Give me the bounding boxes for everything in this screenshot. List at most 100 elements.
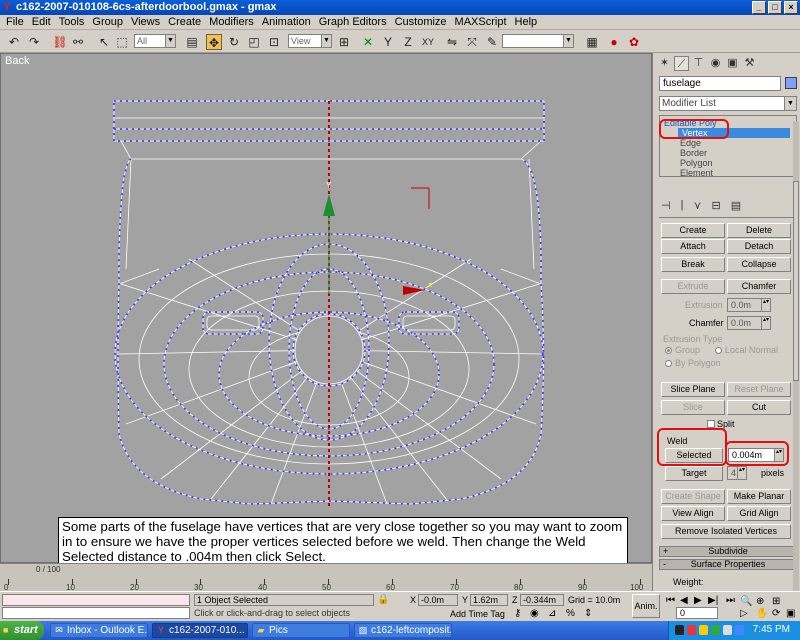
stack-item-edge[interactable]: Edge	[680, 138, 701, 148]
y-coordinate[interactable]: 1.62m	[470, 594, 508, 606]
tray-app-icon[interactable]	[675, 625, 684, 635]
quick-render-icon[interactable]: ✿	[626, 34, 642, 50]
chamfer-spinner[interactable]: 0.0m ▴▾	[727, 316, 771, 330]
tray-security-icon[interactable]	[699, 625, 708, 635]
restrict-xy-icon[interactable]: XY	[420, 34, 436, 50]
local-normal-radio[interactable]	[715, 347, 722, 354]
menu-create[interactable]: Create	[164, 15, 205, 29]
make-unique-icon[interactable]: ⋎	[693, 199, 701, 212]
stack-item-polygon[interactable]: Polygon	[680, 158, 713, 168]
tray-antivirus-icon[interactable]	[687, 625, 696, 635]
task-pics[interactable]: ▰ Pics	[252, 623, 350, 638]
grid-align-button[interactable]: Grid Align	[727, 506, 791, 521]
maxscript-input-mini[interactable]	[2, 607, 190, 619]
target-button[interactable]: Target	[665, 466, 723, 481]
zoom-all-icon[interactable]: ⊕	[756, 596, 764, 607]
goto-start-icon[interactable]: ⏮	[666, 595, 675, 606]
view-align-button[interactable]: View Align	[661, 506, 725, 521]
animate-button[interactable]: Anim.	[632, 594, 660, 618]
target-pixels-spinner[interactable]: 4 ▴▾	[727, 466, 747, 480]
stack-item-element[interactable]: Element	[680, 168, 713, 176]
create-shape-button[interactable]: Create Shape	[661, 489, 725, 504]
menu-file[interactable]: File	[2, 15, 28, 29]
menu-tools[interactable]: Tools	[55, 15, 89, 29]
subdivide-rollout[interactable]: + Subdivide	[659, 546, 797, 557]
group-radio[interactable]	[665, 347, 672, 354]
material-editor-icon[interactable]: ▦	[584, 34, 600, 50]
slice-button[interactable]: Slice	[661, 400, 725, 415]
zoom-icon[interactable]: 🔍	[740, 596, 752, 607]
by-polygon-radio[interactable]	[665, 360, 672, 367]
hierarchy-tab-icon[interactable]: ⊤	[691, 56, 706, 71]
add-time-tag[interactable]: Add Time Tag	[450, 609, 505, 619]
display-tab-icon[interactable]: ▣	[725, 56, 740, 71]
undo-icon[interactable]: ↶	[6, 34, 22, 50]
x-coordinate[interactable]: -0.0m	[418, 594, 458, 606]
region-select-icon[interactable]: ⬚	[114, 34, 130, 50]
render-teapot-icon[interactable]: ●	[606, 34, 622, 50]
spinner-snap-icon[interactable]: ⇕	[584, 608, 592, 619]
tray-bluetooth-icon[interactable]	[735, 625, 744, 635]
maxscript-listener-mini[interactable]	[2, 594, 190, 606]
scale-icon[interactable]: ◰	[246, 34, 262, 50]
modifier-list-dropdown[interactable]: Modifier List ▼	[659, 96, 797, 111]
select-by-name-icon[interactable]: ▤	[184, 34, 200, 50]
viewport-back[interactable]: x Y Back	[0, 53, 652, 563]
split-checkbox[interactable]	[707, 420, 715, 428]
delete-button[interactable]: Delete	[727, 223, 791, 238]
rotate-icon[interactable]: ↻	[226, 34, 242, 50]
cut-button[interactable]: Cut	[727, 400, 791, 415]
z-coordinate[interactable]: -0.344m	[520, 594, 564, 606]
collapse-button[interactable]: Collapse	[727, 257, 791, 272]
menu-views[interactable]: Views	[127, 15, 164, 29]
object-name-field[interactable]: fuselage	[659, 76, 781, 91]
selection-filter-dropdown[interactable]: All ▼	[134, 34, 176, 48]
time-slider-track[interactable]: 0 / 100 0 10 20 30 40 50 60 70 80 90 100	[0, 563, 652, 592]
reset-plane-button[interactable]: Reset Plane	[727, 382, 791, 397]
show-end-result-icon[interactable]: |	[681, 199, 684, 212]
play-icon[interactable]: ▶	[694, 595, 702, 606]
motion-tab-icon[interactable]: ◉	[708, 56, 723, 71]
chamfer-button[interactable]: Chamfer	[727, 279, 791, 294]
current-frame-field[interactable]: 0	[676, 607, 718, 619]
configure-sets-icon[interactable]: ▤	[731, 199, 741, 212]
clock[interactable]: 7:45 PM	[753, 624, 790, 635]
prev-frame-icon[interactable]: ◀	[680, 595, 688, 606]
surface-properties-rollout[interactable]: - Surface Properties	[659, 559, 797, 570]
extrude-button[interactable]: Extrude	[661, 279, 725, 294]
menu-customize[interactable]: Customize	[391, 15, 451, 29]
fov-icon[interactable]: ▷	[740, 608, 748, 619]
command-panel-scrollbar[interactable]	[793, 121, 799, 601]
create-tab-icon[interactable]: ✶	[657, 56, 672, 71]
snap-icon[interactable]: ✎	[484, 34, 500, 50]
named-selection-dropdown[interactable]: ▼	[502, 34, 574, 48]
pivot-icon[interactable]: ⊡	[266, 34, 282, 50]
pin-stack-icon[interactable]: ⊣	[661, 199, 671, 212]
maximize-viewport-icon[interactable]: ▣	[786, 608, 795, 619]
menu-maxscript[interactable]: MAXScript	[451, 15, 511, 29]
task-image-editor[interactable]: ▨ c162-leftcomposit...	[354, 623, 452, 638]
snaps-icon[interactable]: ◉	[530, 608, 539, 619]
align-icon[interactable]: ⤧	[464, 34, 480, 50]
maximize-button[interactable]: □	[768, 1, 782, 14]
attach-button[interactable]: Attach	[661, 239, 725, 254]
detach-button[interactable]: Detach	[727, 239, 791, 254]
zoom-extents-icon[interactable]: ⊞	[772, 596, 780, 607]
menu-edit[interactable]: Edit	[28, 15, 55, 29]
break-button[interactable]: Break	[661, 257, 725, 272]
utilities-tab-icon[interactable]: ⚒	[742, 56, 757, 71]
goto-end-icon[interactable]: ⏭	[726, 595, 735, 606]
modify-tab-icon[interactable]: ⟋	[674, 56, 689, 71]
object-color-swatch[interactable]	[785, 77, 797, 89]
start-button[interactable]: start	[0, 621, 44, 640]
arc-rotate-icon[interactable]: ⟳	[772, 608, 780, 619]
close-button[interactable]: ×	[784, 1, 798, 14]
gmax-app-icon[interactable]: Y	[3, 2, 13, 13]
select-link-icon[interactable]: ⛓	[52, 34, 68, 50]
minimize-button[interactable]: _	[752, 1, 766, 14]
mirror-icon[interactable]: ⇋	[444, 34, 460, 50]
pan-icon[interactable]: ✋	[756, 608, 768, 619]
move-icon[interactable]: ✥	[206, 34, 222, 50]
menu-graph-editors[interactable]: Graph Editors	[315, 15, 391, 29]
time-slider-label[interactable]: 0 / 100	[36, 565, 60, 574]
